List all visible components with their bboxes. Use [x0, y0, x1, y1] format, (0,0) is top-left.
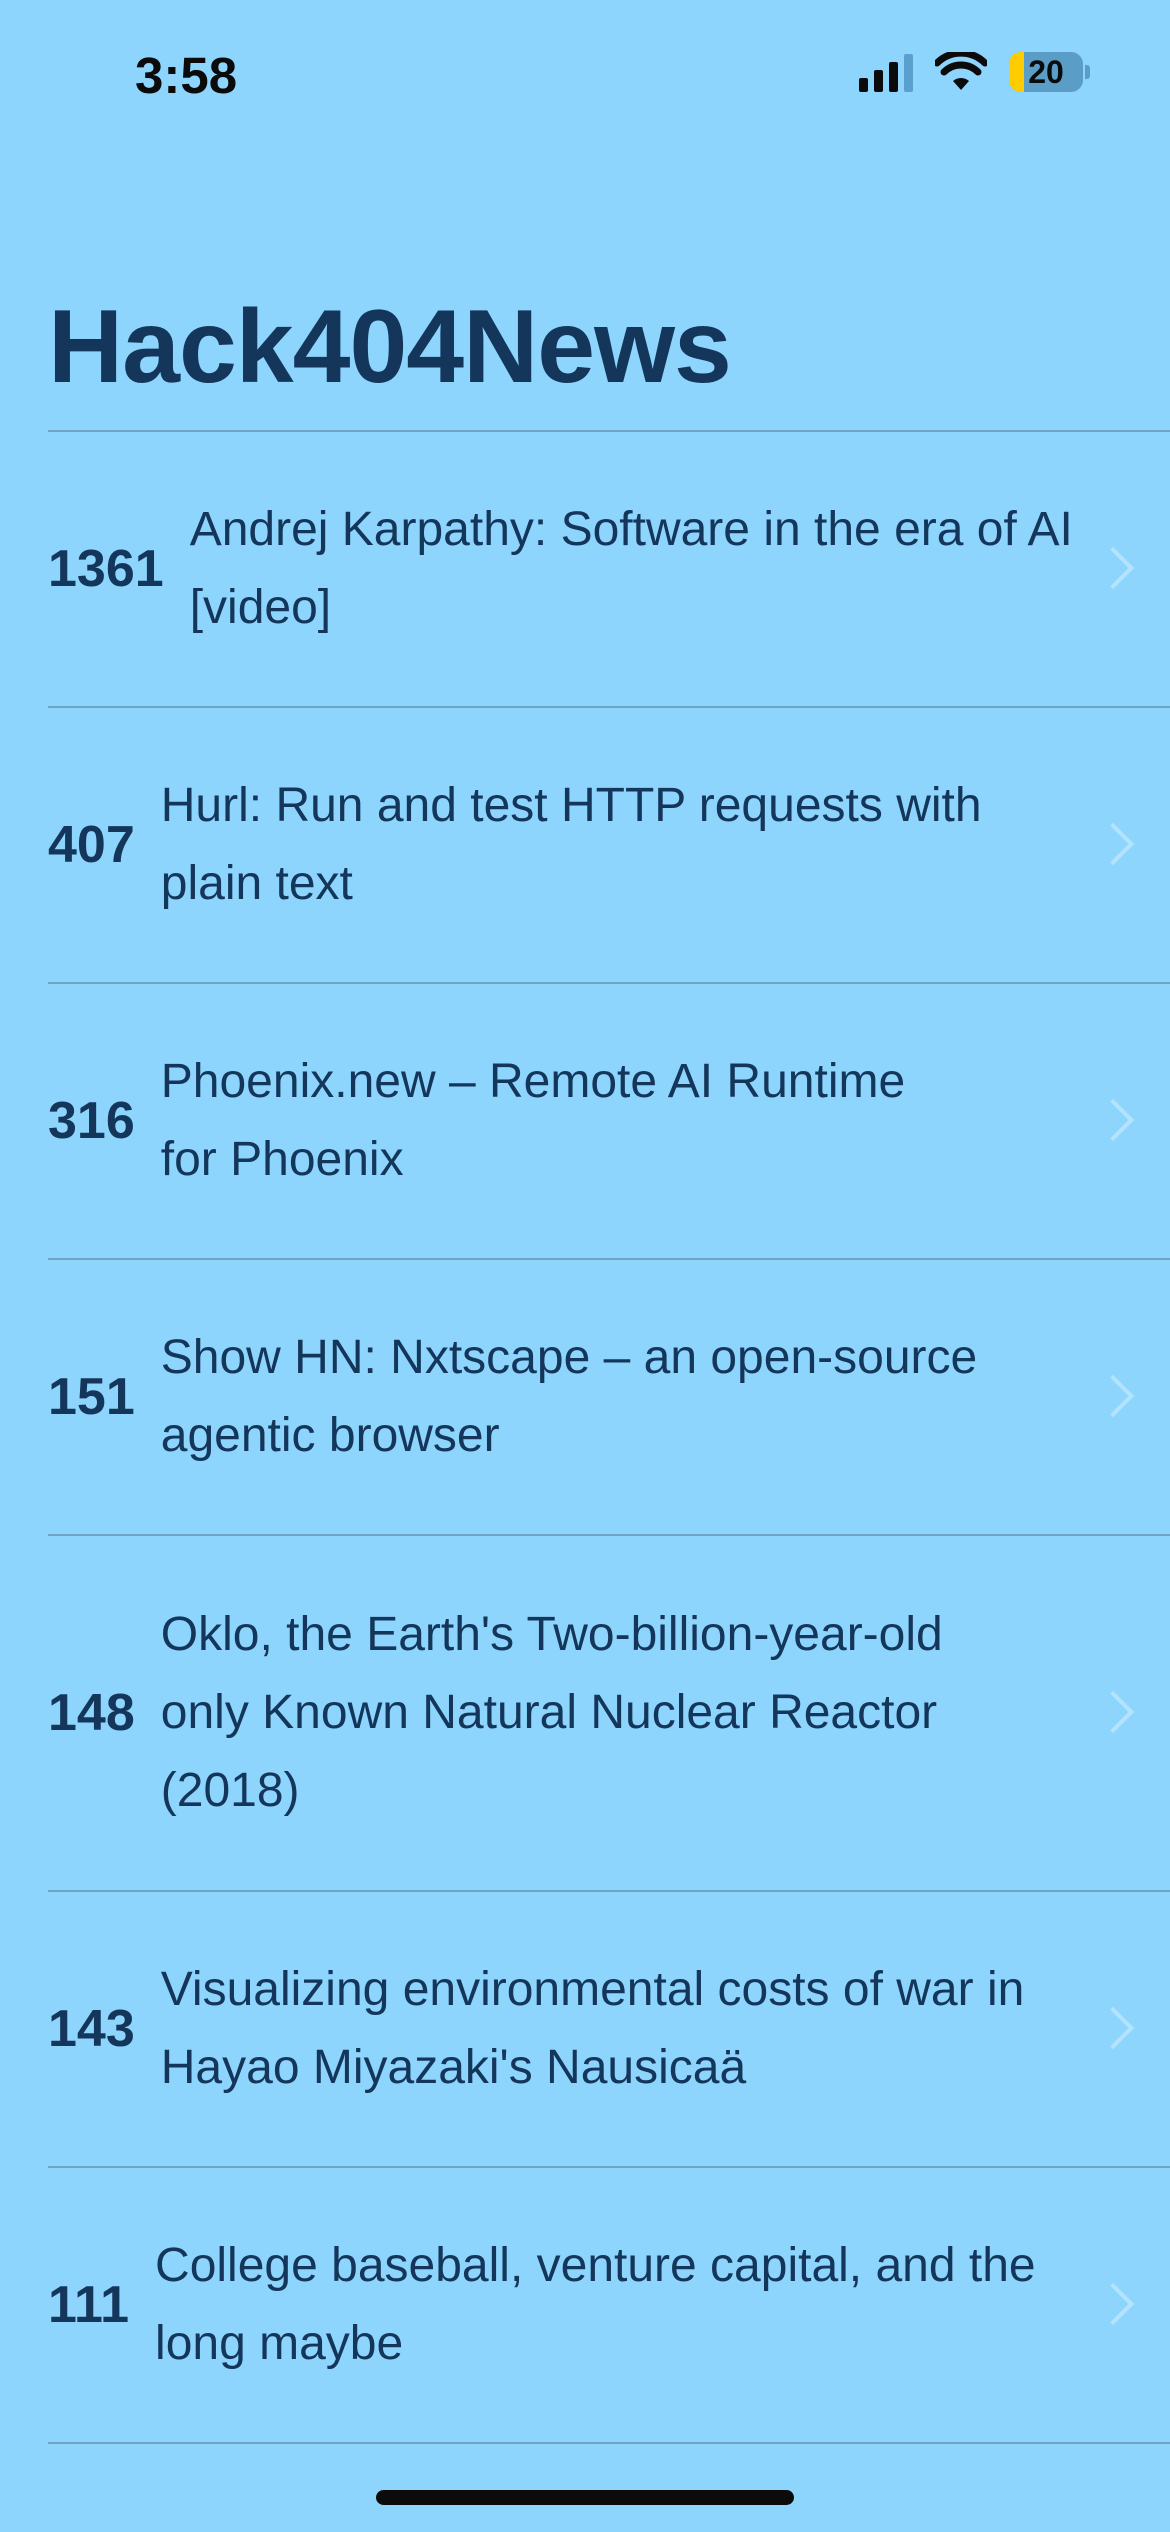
story-title: Phoenix.new – Remote AI Runtime for Phoe…	[160, 1055, 906, 1186]
battery-level: 20	[1028, 53, 1064, 90]
story-title: College baseball, venture capital, and t…	[155, 2239, 1036, 2370]
story-title: Show HN: Nxtscape – an open-source agent…	[160, 1331, 978, 1462]
story-points: 143	[48, 2000, 135, 2058]
story-title: Oklo, the Earth's Two-billion-year-old o…	[160, 1608, 943, 1817]
story-points: 148	[48, 1684, 135, 1742]
story-title: Visualizing environmental costs of war i…	[160, 1963, 1025, 2094]
chevron-right-icon	[1091, 2282, 1135, 2326]
page-title: Hack404News	[48, 289, 732, 405]
battery-group: 20	[1009, 52, 1090, 92]
battery-icon: 20	[1009, 52, 1083, 92]
status-icons: 20	[859, 52, 1090, 92]
status-time: 3:58	[135, 47, 238, 104]
story-points: 1361	[48, 540, 164, 598]
chevron-right-icon	[1091, 546, 1135, 590]
story-row[interactable]: 111 College baseball, venture capital, a…	[48, 2166, 1170, 2442]
story-points: 407	[48, 816, 135, 874]
cellular-signal-icon	[859, 52, 913, 92]
story-title: Andrej Karpathy: Software in the era of …	[189, 503, 1073, 634]
chevron-right-icon	[1091, 2006, 1135, 2050]
chevron-right-icon	[1091, 1098, 1135, 1142]
list-separator	[48, 2442, 1170, 2452]
battery-cap	[1085, 65, 1090, 79]
chevron-right-icon	[1091, 822, 1135, 866]
status-bar: 3:58 20	[0, 0, 1170, 150]
story-row[interactable]: 407 Hurl: Run and test HTTP requests wit…	[48, 706, 1170, 982]
story-row[interactable]: 148 Oklo, the Earth's Two-billion-year-o…	[48, 1534, 1170, 1890]
chevron-right-icon	[1091, 1690, 1135, 1734]
wifi-icon	[935, 52, 987, 90]
chevron-right-icon	[1091, 1374, 1135, 1418]
story-points: 151	[48, 1368, 135, 1426]
story-title: Hurl: Run and test HTTP requests with pl…	[160, 779, 982, 910]
story-points: 111	[48, 2276, 130, 2334]
story-row[interactable]: 316 Phoenix.new – Remote AI Runtime for …	[48, 982, 1170, 1258]
story-row[interactable]: 1361 Andrej Karpathy: Software in the er…	[48, 430, 1170, 706]
home-indicator[interactable]	[376, 2490, 794, 2505]
story-points: 316	[48, 1092, 135, 1150]
story-row[interactable]: 151 Show HN: Nxtscape – an open-source a…	[48, 1258, 1170, 1534]
story-row[interactable]: 143 Visualizing environmental costs of w…	[48, 1890, 1170, 2166]
